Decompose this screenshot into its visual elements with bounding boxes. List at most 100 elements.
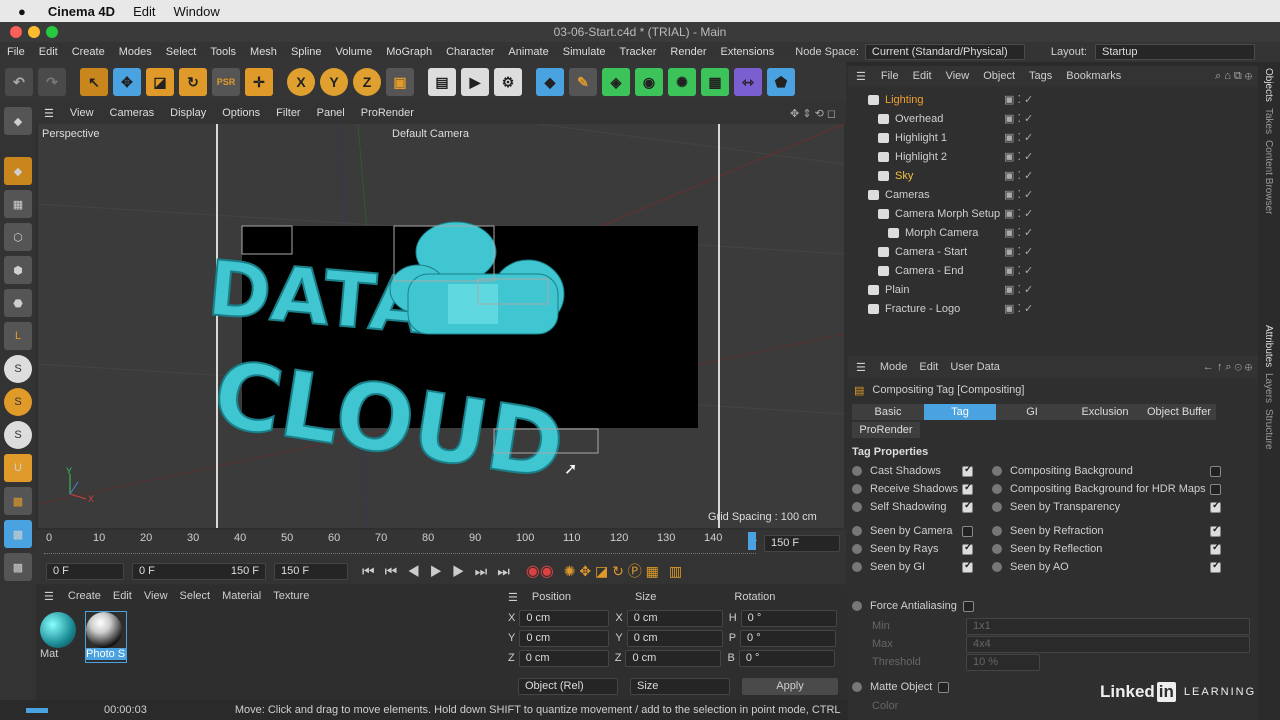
attr-checkbox-row[interactable]: Seen by Rays: [852, 540, 982, 558]
key-tools-icons[interactable]: ✺ ✥ ◪ ↻ Ⓟ ▦: [564, 561, 659, 581]
points-mode-icon[interactable]: ⬡: [4, 223, 32, 251]
object-row[interactable]: Highlight 1 ▣ ⁚ ✓: [848, 128, 1258, 147]
visibility-toggles[interactable]: ▣ ⁚ ✓: [1004, 169, 1033, 182]
attr-radio[interactable]: [992, 526, 1002, 536]
force-aa-radio[interactable]: [852, 601, 862, 611]
mat-hamburger-icon[interactable]: ☰: [44, 590, 54, 603]
matte-radio[interactable]: [852, 682, 862, 692]
hamburger-icon[interactable]: ☰: [44, 107, 54, 120]
material-swatch-mat[interactable]: Mat: [40, 612, 78, 662]
coord-tool-icon[interactable]: ✛: [245, 68, 273, 96]
texture-mode-icon[interactable]: ▦: [4, 190, 32, 218]
attr-checkbox-row[interactable]: Seen by Reflection: [992, 540, 1222, 558]
menu-create[interactable]: Create: [72, 46, 105, 58]
object-name[interactable]: Camera Morph Setup: [895, 208, 1000, 220]
transport-controls[interactable]: ⏮⏮◀▶▶⏭⏭: [362, 563, 520, 580]
attr-checkbox[interactable]: [962, 482, 973, 495]
size-field[interactable]: 0 cm: [625, 649, 722, 667]
rotation-field[interactable]: 0 °: [740, 609, 837, 627]
layout-select[interactable]: Startup: [1095, 44, 1255, 60]
menu-animate[interactable]: Animate: [508, 46, 548, 58]
mac-window-menu[interactable]: Window: [173, 4, 219, 19]
timeline-end-field[interactable]: 150 F: [764, 535, 840, 552]
mat-menu-view[interactable]: View: [144, 590, 168, 602]
attr-hamburger-icon[interactable]: ☰: [856, 361, 866, 374]
zoom-icon[interactable]: [46, 26, 58, 38]
attr-checkbox[interactable]: [962, 464, 973, 477]
array-icon[interactable]: ◉: [635, 68, 663, 96]
attr-radio[interactable]: [852, 484, 862, 494]
attr-checkbox-row[interactable]: Compositing Background: [992, 462, 1222, 480]
object-row[interactable]: Highlight 2 ▣ ⁚ ✓: [848, 147, 1258, 166]
object-row[interactable]: Plain ▣ ⁚ ✓: [848, 280, 1258, 299]
vp-menu-options[interactable]: Options: [222, 107, 260, 119]
z-axis-icon[interactable]: Z: [353, 68, 381, 96]
visibility-toggles[interactable]: ▣ ⁚ ✓: [1004, 188, 1033, 201]
close-icon[interactable]: [10, 26, 22, 38]
undo-icon[interactable]: ↶: [5, 68, 33, 96]
position-field[interactable]: 0 cm: [519, 629, 610, 647]
tab-gi[interactable]: GI: [996, 404, 1068, 420]
sidetab-objects[interactable]: Objects: [1263, 68, 1274, 102]
visibility-toggles[interactable]: ▣ ⁚ ✓: [1004, 245, 1033, 258]
workplane-grid-icon[interactable]: ▩: [4, 520, 32, 548]
menu-character[interactable]: Character: [446, 46, 494, 58]
size-field[interactable]: 0 cm: [626, 629, 723, 647]
frame-range-slider[interactable]: 0 F 150 F: [132, 562, 266, 580]
attr-radio[interactable]: [992, 502, 1002, 512]
app-name[interactable]: Cinema 4D: [48, 4, 115, 19]
attr-menu-edit[interactable]: Edit: [919, 361, 938, 373]
menu-tools[interactable]: Tools: [210, 46, 236, 58]
object-row[interactable]: Lighting ▣ ⁚ ✓: [848, 90, 1258, 109]
rotation-field[interactable]: 0 °: [738, 649, 835, 667]
scene-icon[interactable]: ⬟: [767, 68, 795, 96]
attr-menu-mode[interactable]: Mode: [880, 361, 908, 373]
attr-checkbox-row[interactable]: Self Shadowing: [852, 498, 982, 516]
start-frame-field[interactable]: 0 F: [46, 562, 124, 580]
cube-icon[interactable]: ◆: [536, 68, 564, 96]
timeline-playhead[interactable]: [748, 532, 756, 550]
workplane-icon[interactable]: S: [4, 421, 32, 449]
object-name[interactable]: Fracture - Logo: [885, 303, 960, 315]
sidetab-structure[interactable]: Structure: [1263, 409, 1274, 450]
obj-menu-edit[interactable]: Edit: [913, 70, 932, 82]
y-axis-icon[interactable]: Y: [320, 68, 348, 96]
camera-label[interactable]: Default Camera: [392, 128, 469, 140]
rotate-tool-icon[interactable]: ↻: [179, 68, 207, 96]
move-tool-icon[interactable]: ✥: [113, 68, 141, 96]
object-name[interactable]: Plain: [885, 284, 909, 296]
obj-menu-view[interactable]: View: [946, 70, 970, 82]
viewport-nav-icons[interactable]: ✥ ⇕ ⟲ ◻: [790, 107, 836, 120]
attr-checkbox[interactable]: [1210, 465, 1221, 477]
menu-mograph[interactable]: MoGraph: [386, 46, 432, 58]
timeline-track[interactable]: [44, 548, 756, 554]
object-name[interactable]: Lighting: [885, 94, 924, 106]
max-select[interactable]: 4x4: [966, 636, 1250, 653]
attr-radio[interactable]: [852, 544, 862, 554]
sidetab-takes[interactable]: Takes: [1263, 108, 1274, 134]
threshold-field[interactable]: 10 %: [966, 654, 1040, 671]
redo-icon[interactable]: ↷: [38, 68, 66, 96]
object-name[interactable]: Cameras: [885, 189, 930, 201]
visibility-toggles[interactable]: ▣ ⁚ ✓: [1004, 226, 1033, 239]
position-field[interactable]: 0 cm: [518, 649, 609, 667]
select-tool-icon[interactable]: ↖: [80, 68, 108, 96]
x-axis-icon[interactable]: X: [287, 68, 315, 96]
pen-icon[interactable]: ✎: [569, 68, 597, 96]
attr-radio[interactable]: [852, 466, 862, 476]
attr-checkbox-row[interactable]: Cast Shadows: [852, 462, 982, 480]
object-row[interactable]: Camera Morph Setup ▣ ⁚ ✓: [848, 204, 1258, 223]
attr-checkbox[interactable]: [1210, 560, 1221, 573]
obj-menu-tags[interactable]: Tags: [1029, 70, 1052, 82]
material-swatch-photo[interactable]: Photo S: [85, 611, 127, 663]
attr-checkbox-row[interactable]: Seen by AO: [992, 558, 1222, 576]
object-row[interactable]: Cameras ▣ ⁚ ✓: [848, 185, 1258, 204]
end-frame-field[interactable]: 150 F: [274, 562, 348, 580]
object-name[interactable]: Sky: [895, 170, 913, 182]
visibility-toggles[interactable]: ▣ ⁚ ✓: [1004, 283, 1033, 296]
make-editable-icon[interactable]: ◆: [4, 107, 32, 135]
menu-volume[interactable]: Volume: [336, 46, 373, 58]
attr-checkbox-row[interactable]: Seen by Transparency: [992, 498, 1222, 516]
viewport[interactable]: DATA CLOUD Y X Perspective Default Camer…: [38, 124, 844, 528]
mat-menu-texture[interactable]: Texture: [273, 590, 309, 602]
